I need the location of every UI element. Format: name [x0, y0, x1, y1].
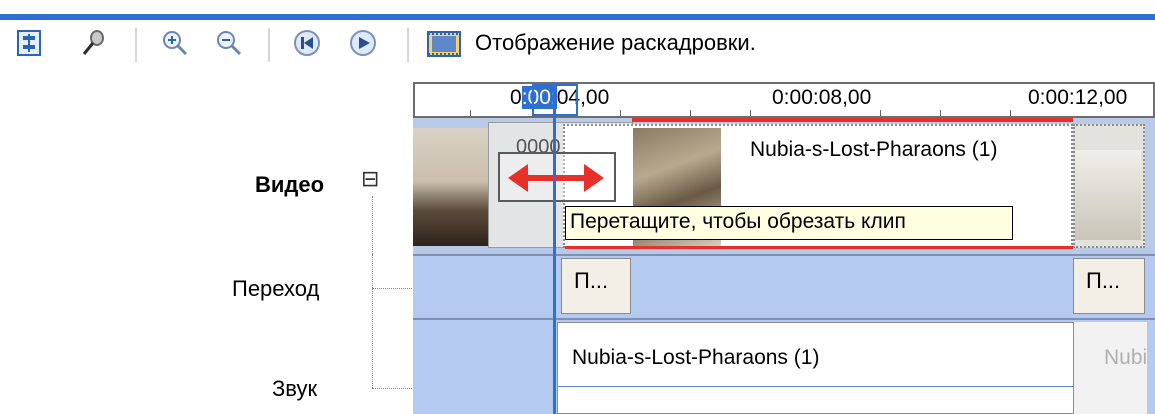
ruler-tick	[470, 110, 471, 116]
ruler-tick	[880, 110, 881, 116]
ruler-tick	[1010, 110, 1011, 116]
play-button[interactable]	[346, 26, 380, 60]
ruler-tick	[750, 110, 751, 116]
toolbar-separator	[268, 28, 270, 62]
trim-arrow-icon	[508, 164, 604, 192]
toolbar-separator	[407, 28, 409, 62]
tree-line	[372, 288, 412, 290]
zoom-out-button[interactable]	[212, 26, 246, 60]
storyboard-icon	[427, 31, 461, 57]
transition-track-label: Переход	[232, 276, 320, 301]
transition-item[interactable]: П...	[561, 258, 631, 314]
audio-next-clip-title: Nubia	[1104, 346, 1147, 369]
video-clip-thumbnail	[1075, 150, 1141, 240]
tree-line	[372, 254, 374, 388]
play-icon	[350, 30, 376, 56]
ruler-time-8s: 0:00:08,00	[772, 86, 872, 109]
storyboard-toggle-button[interactable]	[427, 30, 461, 58]
trim-tooltip: Перетащите, чтобы обрезать клип	[565, 206, 1013, 240]
transition-item[interactable]: П...	[1073, 258, 1145, 314]
video-track-collapse-toggle[interactable]: ⊟	[361, 166, 379, 192]
narrate-button[interactable]	[76, 26, 110, 60]
audio-levels-icon	[17, 30, 41, 56]
tree-line	[372, 196, 374, 254]
audio-levels-button[interactable]	[12, 26, 46, 60]
video-track-label: Видео	[255, 172, 325, 197]
clip-selection-line	[565, 246, 1073, 249]
clip-selection-line	[632, 118, 1073, 122]
zoom-in-icon	[163, 31, 188, 56]
video-clip-title: Nubia-s-Lost-Pharaons (1)	[750, 138, 998, 161]
audio-volume-line	[558, 386, 1144, 387]
track-labels-pane	[0, 82, 413, 414]
zoom-out-icon	[217, 31, 242, 56]
transition-track	[413, 254, 1155, 320]
toolbar-separator	[135, 28, 137, 62]
ruler-tick	[940, 110, 941, 116]
rewind-icon	[294, 30, 320, 56]
playhead-line[interactable]	[553, 86, 556, 414]
zoom-in-button[interactable]	[158, 26, 192, 60]
rewind-button[interactable]	[290, 26, 324, 60]
window-top-strip	[0, 0, 1155, 20]
audio-clip-title: Nubia-s-Lost-Pharaons (1)	[572, 346, 820, 369]
ruler-tick	[690, 110, 691, 116]
video-clip-thumbnail[interactable]	[413, 128, 488, 246]
tree-line	[372, 388, 412, 390]
storyboard-view-label[interactable]: Отображение раскадровки.	[475, 30, 756, 56]
ruler-time-12s: 0:00:12,00	[1028, 86, 1128, 109]
ruler-tick	[620, 110, 621, 116]
audio-track-label: Звук	[272, 376, 318, 401]
microphone-icon	[82, 30, 104, 55]
